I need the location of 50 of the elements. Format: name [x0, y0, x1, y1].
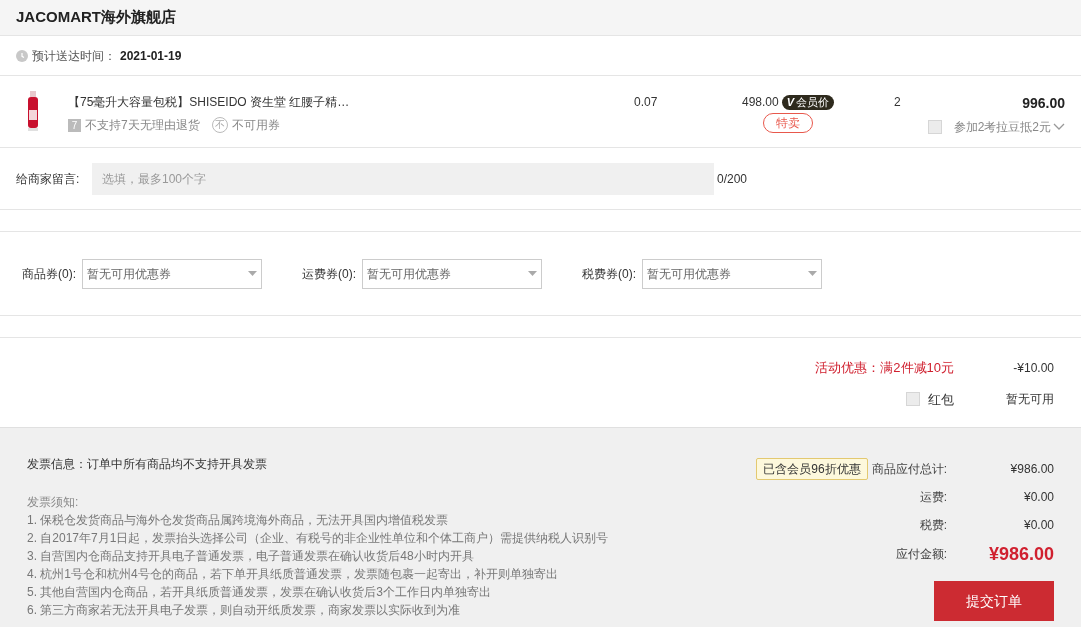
invoice-notice: 2. 自2017年7月1日起，发票抬头选择公司（企业、有税号的非企业性单位和个体工商户）需提供纳税人识别号	[27, 530, 610, 547]
coupon-label: 商品券(0):	[22, 265, 77, 283]
invoice-notice: 3. 自营国内仓商品支持开具电子普通发票，电子普通发票在确认收货后48小时内开具	[27, 548, 475, 565]
bonus-status: 暂无可用	[1005, 391, 1054, 409]
shop-name: JACOMART海外旗舰店	[16, 7, 176, 28]
dropdown-arrow-icon	[808, 271, 817, 276]
unit-price: 498.00	[741, 94, 779, 111]
invoice-notice: 6. 第三方商家若无法开具电子发票，则自动开纸质发票，商家发票以实际收到为准	[27, 602, 462, 619]
character-count: 0/200	[717, 170, 748, 188]
tax-rate: 0.07	[634, 94, 659, 111]
invoice-notice: 5. 其他自营国内仓商品，若开具纸质普通发票，发票在确认收货后3个工作日内单独寄出	[27, 584, 492, 601]
summary-value: ¥986.00	[987, 542, 1054, 566]
coupon-text: 不可用券	[231, 117, 280, 134]
checkbox[interactable]	[906, 392, 920, 407]
summary-value: ¥986.00	[1009, 461, 1054, 478]
dropdown-arrow-icon	[248, 271, 257, 276]
message-label: 给商家留言:	[16, 170, 81, 188]
message-field[interactable]: 选填，最多100个字	[92, 162, 714, 195]
dropdown-arrow-icon	[528, 271, 537, 276]
chevron-down-icon[interactable]	[1053, 123, 1065, 131]
return-policy-badge: 7	[68, 118, 81, 132]
invoice-notice: 4. 杭州1号仓和杭州4号仓的商品，若下单开具纸质普通发票，发票随包裹一起寄出，补开则单独寄出	[27, 566, 559, 583]
coupon-select[interactable]: 暂无可用优惠券	[362, 258, 542, 289]
quantity: 2	[894, 94, 902, 111]
coupon-select[interactable]: 暂无可用优惠券	[642, 258, 822, 289]
summary-label: 应付金额:	[895, 546, 947, 563]
coupon-select[interactable]: 暂无可用优惠券	[82, 258, 262, 289]
clock-icon	[16, 49, 28, 62]
submit-order-button[interactable]: 提交订单	[934, 581, 1054, 621]
delivery-date: 2021-01-19	[120, 47, 182, 65]
checkbox[interactable]	[927, 120, 942, 134]
invoice-notice-title: 发票须知:	[27, 494, 80, 511]
bonus-label: 红包	[928, 390, 954, 409]
summary-label: 运费:	[919, 489, 947, 506]
coupon-label: 运费券(0):	[302, 265, 357, 283]
return-policy-text: 不支持7天无理由退货	[85, 117, 200, 134]
member-discount-tip: 已含会员96折优惠	[756, 458, 868, 480]
promotion-amount: -¥10.00	[1012, 359, 1054, 377]
subtotal: 996.00	[1022, 94, 1065, 113]
summary-label: 商品应付总计:	[871, 461, 947, 478]
delivery-label: 预计送达时间：	[32, 47, 116, 65]
summary-value: ¥0.00	[1022, 517, 1054, 534]
koala-beans-label: 参加2考拉豆抵2元	[953, 119, 1051, 136]
invoice-info: 发票信息：订单中所有商品均不支持开具发票	[27, 456, 268, 473]
summary-label: 税费:	[919, 517, 947, 534]
promotion-label: 活动优惠：满2件减10元	[815, 359, 954, 377]
coupon-label: 税费券(0):	[582, 265, 637, 283]
summary-value: ¥0.00	[1022, 489, 1054, 506]
invoice-notice: 1. 保税仓发货商品与海外仓发货商品属跨境海外商品，无法开具国内增值税发票	[27, 512, 450, 529]
product-title[interactable]: 【75毫升大容量包税】SHISEIDO 资生堂 红腰子精…	[68, 93, 368, 111]
